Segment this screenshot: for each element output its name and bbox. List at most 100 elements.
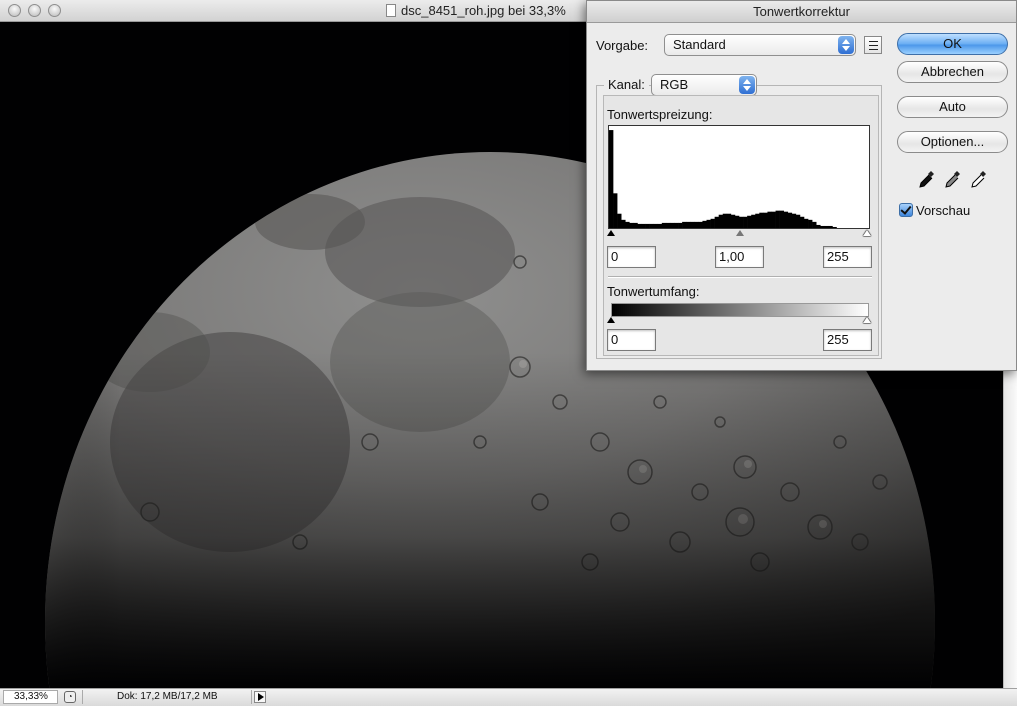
histogram-bar: [665, 222, 671, 228]
preset-label: Vorgabe:: [596, 38, 649, 53]
channel-select[interactable]: RGB: [651, 74, 757, 96]
input-levels-label: Tonwertspreizung:: [607, 107, 713, 122]
status-icon[interactable]: ◔: [64, 691, 76, 703]
output-levels-label: Tonwertumfang:: [607, 284, 700, 299]
histogram-bar: [783, 211, 789, 228]
histogram-bar: [816, 224, 821, 228]
histogram-bar: [613, 193, 618, 228]
input-gamma-slider[interactable]: [736, 230, 744, 236]
input-black-slider[interactable]: [607, 230, 615, 236]
histogram-bar: [625, 221, 630, 228]
preview-checkbox[interactable]: [899, 203, 913, 217]
histogram-bar: [767, 211, 772, 228]
histogram-bar: [641, 223, 646, 228]
histogram-bar: [812, 221, 817, 228]
histogram-bar: [649, 223, 654, 228]
updown-arrows-icon: [838, 36, 854, 54]
output-gradient-bar: [611, 303, 869, 317]
ok-button[interactable]: OK: [897, 33, 1008, 55]
histogram-bar: [722, 213, 728, 228]
histogram-bar: [718, 214, 724, 228]
preset-select[interactable]: Standard: [664, 34, 856, 56]
gray-eyedropper-icon[interactable]: [944, 169, 962, 189]
histogram-bar: [702, 220, 707, 228]
histogram-bar: [751, 214, 756, 228]
options-button[interactable]: Optionen...: [897, 131, 1008, 153]
output-black-field[interactable]: 0: [607, 329, 656, 351]
histogram-bar: [669, 222, 675, 228]
channel-select-value: RGB: [660, 77, 689, 92]
output-black-slider[interactable]: [607, 317, 615, 323]
document-info: Dok: 17,2 MB/17,2 MB: [82, 690, 252, 704]
zoom-button[interactable]: [48, 4, 61, 17]
input-white-slider[interactable]: [863, 230, 871, 236]
white-eyedropper-icon[interactable]: [970, 169, 988, 189]
histogram-bar: [791, 213, 797, 228]
histogram-bar: [730, 214, 736, 228]
file-icon: [386, 4, 396, 17]
dialog-title[interactable]: Tonwertkorrektur: [587, 1, 1016, 23]
histogram-bar: [787, 212, 793, 228]
input-white-field[interactable]: 255: [823, 246, 872, 268]
histogram-bar: [771, 211, 776, 228]
histogram-bar: [832, 226, 837, 228]
cancel-button[interactable]: Abbrechen: [897, 61, 1008, 83]
histogram-bar: [706, 219, 711, 228]
minimize-button[interactable]: [28, 4, 41, 17]
levels-separator: [608, 276, 872, 278]
histogram-bar: [653, 223, 659, 228]
histogram-bar: [621, 219, 626, 228]
zoom-level-field[interactable]: 33,33%: [3, 690, 58, 704]
close-button[interactable]: [8, 4, 21, 17]
histogram-bar: [799, 216, 805, 228]
histogram-bar: [743, 216, 748, 228]
histogram-bar: [759, 212, 764, 228]
histogram-bar: [637, 223, 642, 228]
histogram-bar: [674, 222, 679, 228]
document-title-text: dsc_8451_roh.jpg bei 33,3%: [401, 3, 566, 18]
updown-arrows-icon: [739, 76, 755, 94]
histogram-bar: [609, 130, 614, 228]
histogram-bar: [775, 210, 780, 228]
histogram-bar: [804, 218, 809, 228]
preset-select-value: Standard: [673, 37, 726, 52]
input-gamma-field[interactable]: 1,00: [715, 246, 764, 268]
histogram-bar: [694, 221, 699, 228]
histogram-bar: [828, 225, 833, 228]
histogram-bar: [795, 214, 801, 228]
histogram-bar: [726, 213, 732, 228]
histogram-bar: [633, 222, 638, 228]
histogram-bar: [678, 222, 683, 228]
histogram-bar: [824, 225, 829, 228]
histogram-bar: [629, 222, 634, 228]
levels-dialog: Tonwertkorrektur Vorgabe: Standard Kanal…: [586, 0, 1017, 371]
histogram-bar: [755, 213, 760, 228]
histogram-bar: [763, 212, 768, 228]
histogram-bar: [714, 216, 719, 228]
histogram-bar: [661, 222, 667, 228]
histogram-bar: [617, 213, 622, 228]
auto-button[interactable]: Auto: [897, 96, 1008, 118]
histogram-bar: [739, 216, 744, 228]
output-white-slider[interactable]: [863, 317, 871, 323]
histogram-bar: [682, 221, 687, 228]
status-menu-arrow-icon[interactable]: [254, 691, 266, 703]
histogram-bar: [698, 221, 703, 228]
histogram-bar: [645, 223, 650, 228]
histogram-bar: [734, 215, 740, 228]
preview-label[interactable]: Vorschau: [916, 203, 970, 218]
black-eyedropper-icon[interactable]: [918, 169, 936, 189]
histogram-bar: [808, 219, 813, 228]
histogram-bar: [690, 221, 695, 228]
histogram-bar: [657, 223, 663, 228]
histogram-graph: [609, 130, 837, 228]
input-black-field[interactable]: 0: [607, 246, 656, 268]
histogram-bar: [747, 215, 752, 228]
histogram-bar: [710, 218, 715, 228]
output-white-field[interactable]: 255: [823, 329, 872, 351]
list-menu-icon[interactable]: [864, 36, 882, 54]
histogram-bar: [686, 221, 691, 228]
document-title: dsc_8451_roh.jpg bei 33,3%: [386, 3, 566, 18]
histogram-bar: [779, 210, 784, 228]
channel-label: Kanal:: [604, 77, 649, 92]
